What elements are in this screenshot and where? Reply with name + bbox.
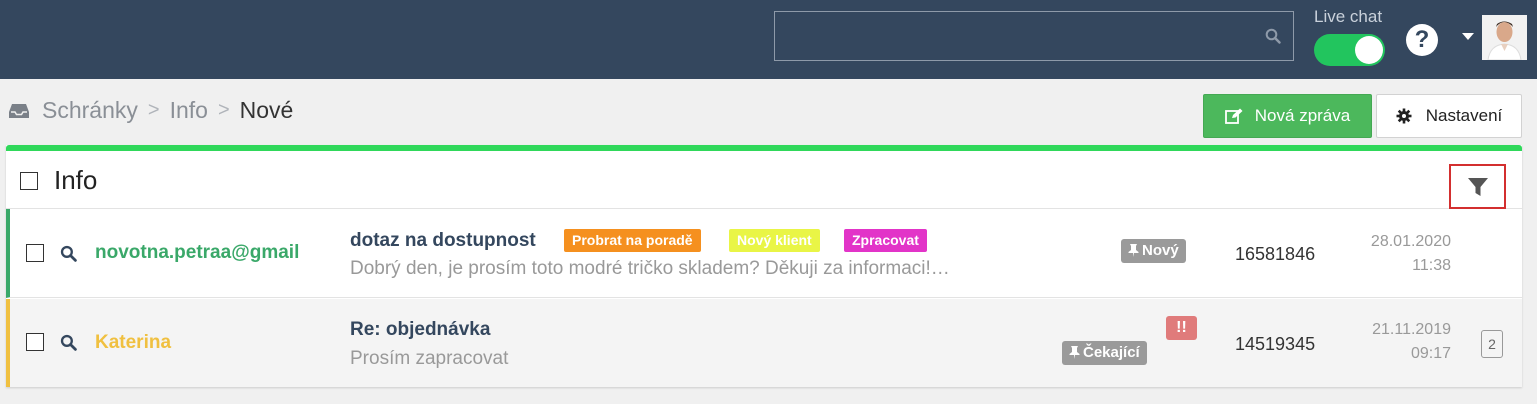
status-label: Čekající <box>1083 344 1140 361</box>
status-badge: Čekající <box>1062 341 1147 365</box>
status-label: Nový <box>1142 242 1179 259</box>
preview-search-icon[interactable] <box>60 245 77 262</box>
tag[interactable]: Zpracovat <box>844 229 927 252</box>
subject[interactable]: Re: objednávka <box>350 319 490 341</box>
message-row[interactable]: novotna.petraa@gmail dotaz na dostupnost… <box>6 209 1522 298</box>
message-id: 16581846 <box>1235 244 1316 264</box>
inbox-icon <box>9 103 29 118</box>
live-chat-label: Live chat <box>1314 7 1383 26</box>
date-text: 28.01.2020 <box>1370 233 1451 250</box>
breadcrumb: Schránky > Info > Nové <box>8 97 293 124</box>
message-preview[interactable]: Prosím zapracovat <box>350 348 508 370</box>
reply-count-badge: 2 <box>1481 330 1503 358</box>
new-message-label: Nová zpráva <box>1254 106 1351 125</box>
breadcrumb-separator: > <box>147 99 160 121</box>
new-message-button[interactable]: Nová zpráva <box>1203 94 1372 138</box>
search-input[interactable] <box>774 11 1294 61</box>
date-text: 21.11.2019 <box>1372 321 1451 338</box>
select-all-checkbox[interactable] <box>20 172 38 190</box>
message-row[interactable]: Katerina Re: objednávka Prosím zapracova… <box>6 299 1522 387</box>
filter-button[interactable] <box>1449 164 1506 209</box>
message-id: 14519345 <box>1235 334 1316 354</box>
subject[interactable]: dotaz na dostupnost <box>350 230 536 252</box>
toggle-knob <box>1355 36 1383 64</box>
tag[interactable]: Probrat na poradě <box>564 229 701 252</box>
panel-title: Info <box>54 165 98 195</box>
row-checkbox[interactable] <box>26 244 44 262</box>
user-menu-caret-icon[interactable] <box>1462 33 1474 40</box>
live-chat-toggle[interactable] <box>1314 34 1385 66</box>
filter-icon <box>1467 177 1488 196</box>
pin-icon <box>1069 346 1080 359</box>
sender[interactable]: Katerina <box>95 332 171 354</box>
urgent-badge: !! <box>1166 316 1197 340</box>
settings-button[interactable]: Nastavení <box>1376 94 1522 138</box>
breadcrumb-info[interactable]: Info <box>170 97 208 124</box>
breadcrumb-current: Nové <box>239 97 294 123</box>
help-icon[interactable]: ? <box>1406 24 1438 56</box>
message-list-panel: Info novotna.petraa@gmail dotaz na dostu… <box>6 145 1522 387</box>
settings-label: Nastavení <box>1425 106 1503 125</box>
gear-icon <box>1396 108 1412 124</box>
breadcrumb-separator: > <box>217 99 230 121</box>
tag[interactable]: Nový klient <box>729 229 820 252</box>
search-icon[interactable] <box>1265 28 1281 44</box>
time-text: 11:38 <box>1412 257 1451 274</box>
row-checkbox[interactable] <box>26 333 44 351</box>
message-date: 28.01.2020 11:38 <box>1361 230 1451 278</box>
message-date: 21.11.2019 09:17 <box>1361 318 1451 366</box>
panel-header: Info <box>6 151 1522 209</box>
message-preview[interactable]: Dobrý den, je prosím toto modré tričko s… <box>350 258 950 280</box>
top-bar: Live chat ? <box>0 0 1537 79</box>
status-badge: Nový <box>1121 239 1186 263</box>
time-text: 09:17 <box>1410 345 1451 362</box>
sender[interactable]: novotna.petraa@gmail <box>95 242 299 264</box>
breadcrumb-schranky[interactable]: Schránky <box>42 97 138 124</box>
preview-search-icon[interactable] <box>60 334 77 351</box>
avatar[interactable] <box>1482 15 1527 60</box>
pin-icon <box>1128 244 1139 257</box>
edit-icon <box>1224 108 1243 124</box>
